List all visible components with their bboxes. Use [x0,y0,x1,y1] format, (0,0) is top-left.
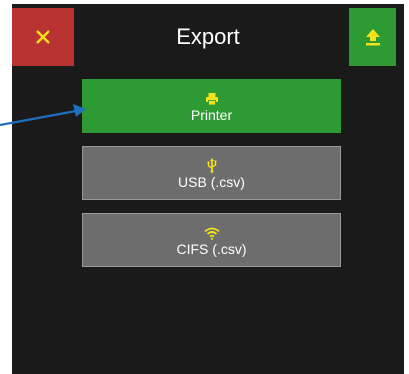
printer-option-label: Printer [190,106,233,123]
printer-icon [205,90,219,106]
usb-option-label: USB (.csv) [178,173,245,190]
wifi-icon [203,224,220,240]
export-screen: Export Printer USB (.csv) CIFS (.csv) [12,4,404,374]
cifs-option-button[interactable]: CIFS (.csv) [82,213,341,267]
close-button[interactable] [12,8,74,66]
upload-button[interactable] [349,8,396,66]
cifs-option-label: CIFS (.csv) [176,240,247,257]
page-title: Export [176,24,240,49]
usb-icon [207,157,217,173]
header-bar: Export [12,4,404,70]
usb-option-button[interactable]: USB (.csv) [82,146,341,200]
printer-option-button[interactable]: Printer [82,79,341,133]
close-icon [36,30,50,44]
upload-icon [365,29,380,46]
